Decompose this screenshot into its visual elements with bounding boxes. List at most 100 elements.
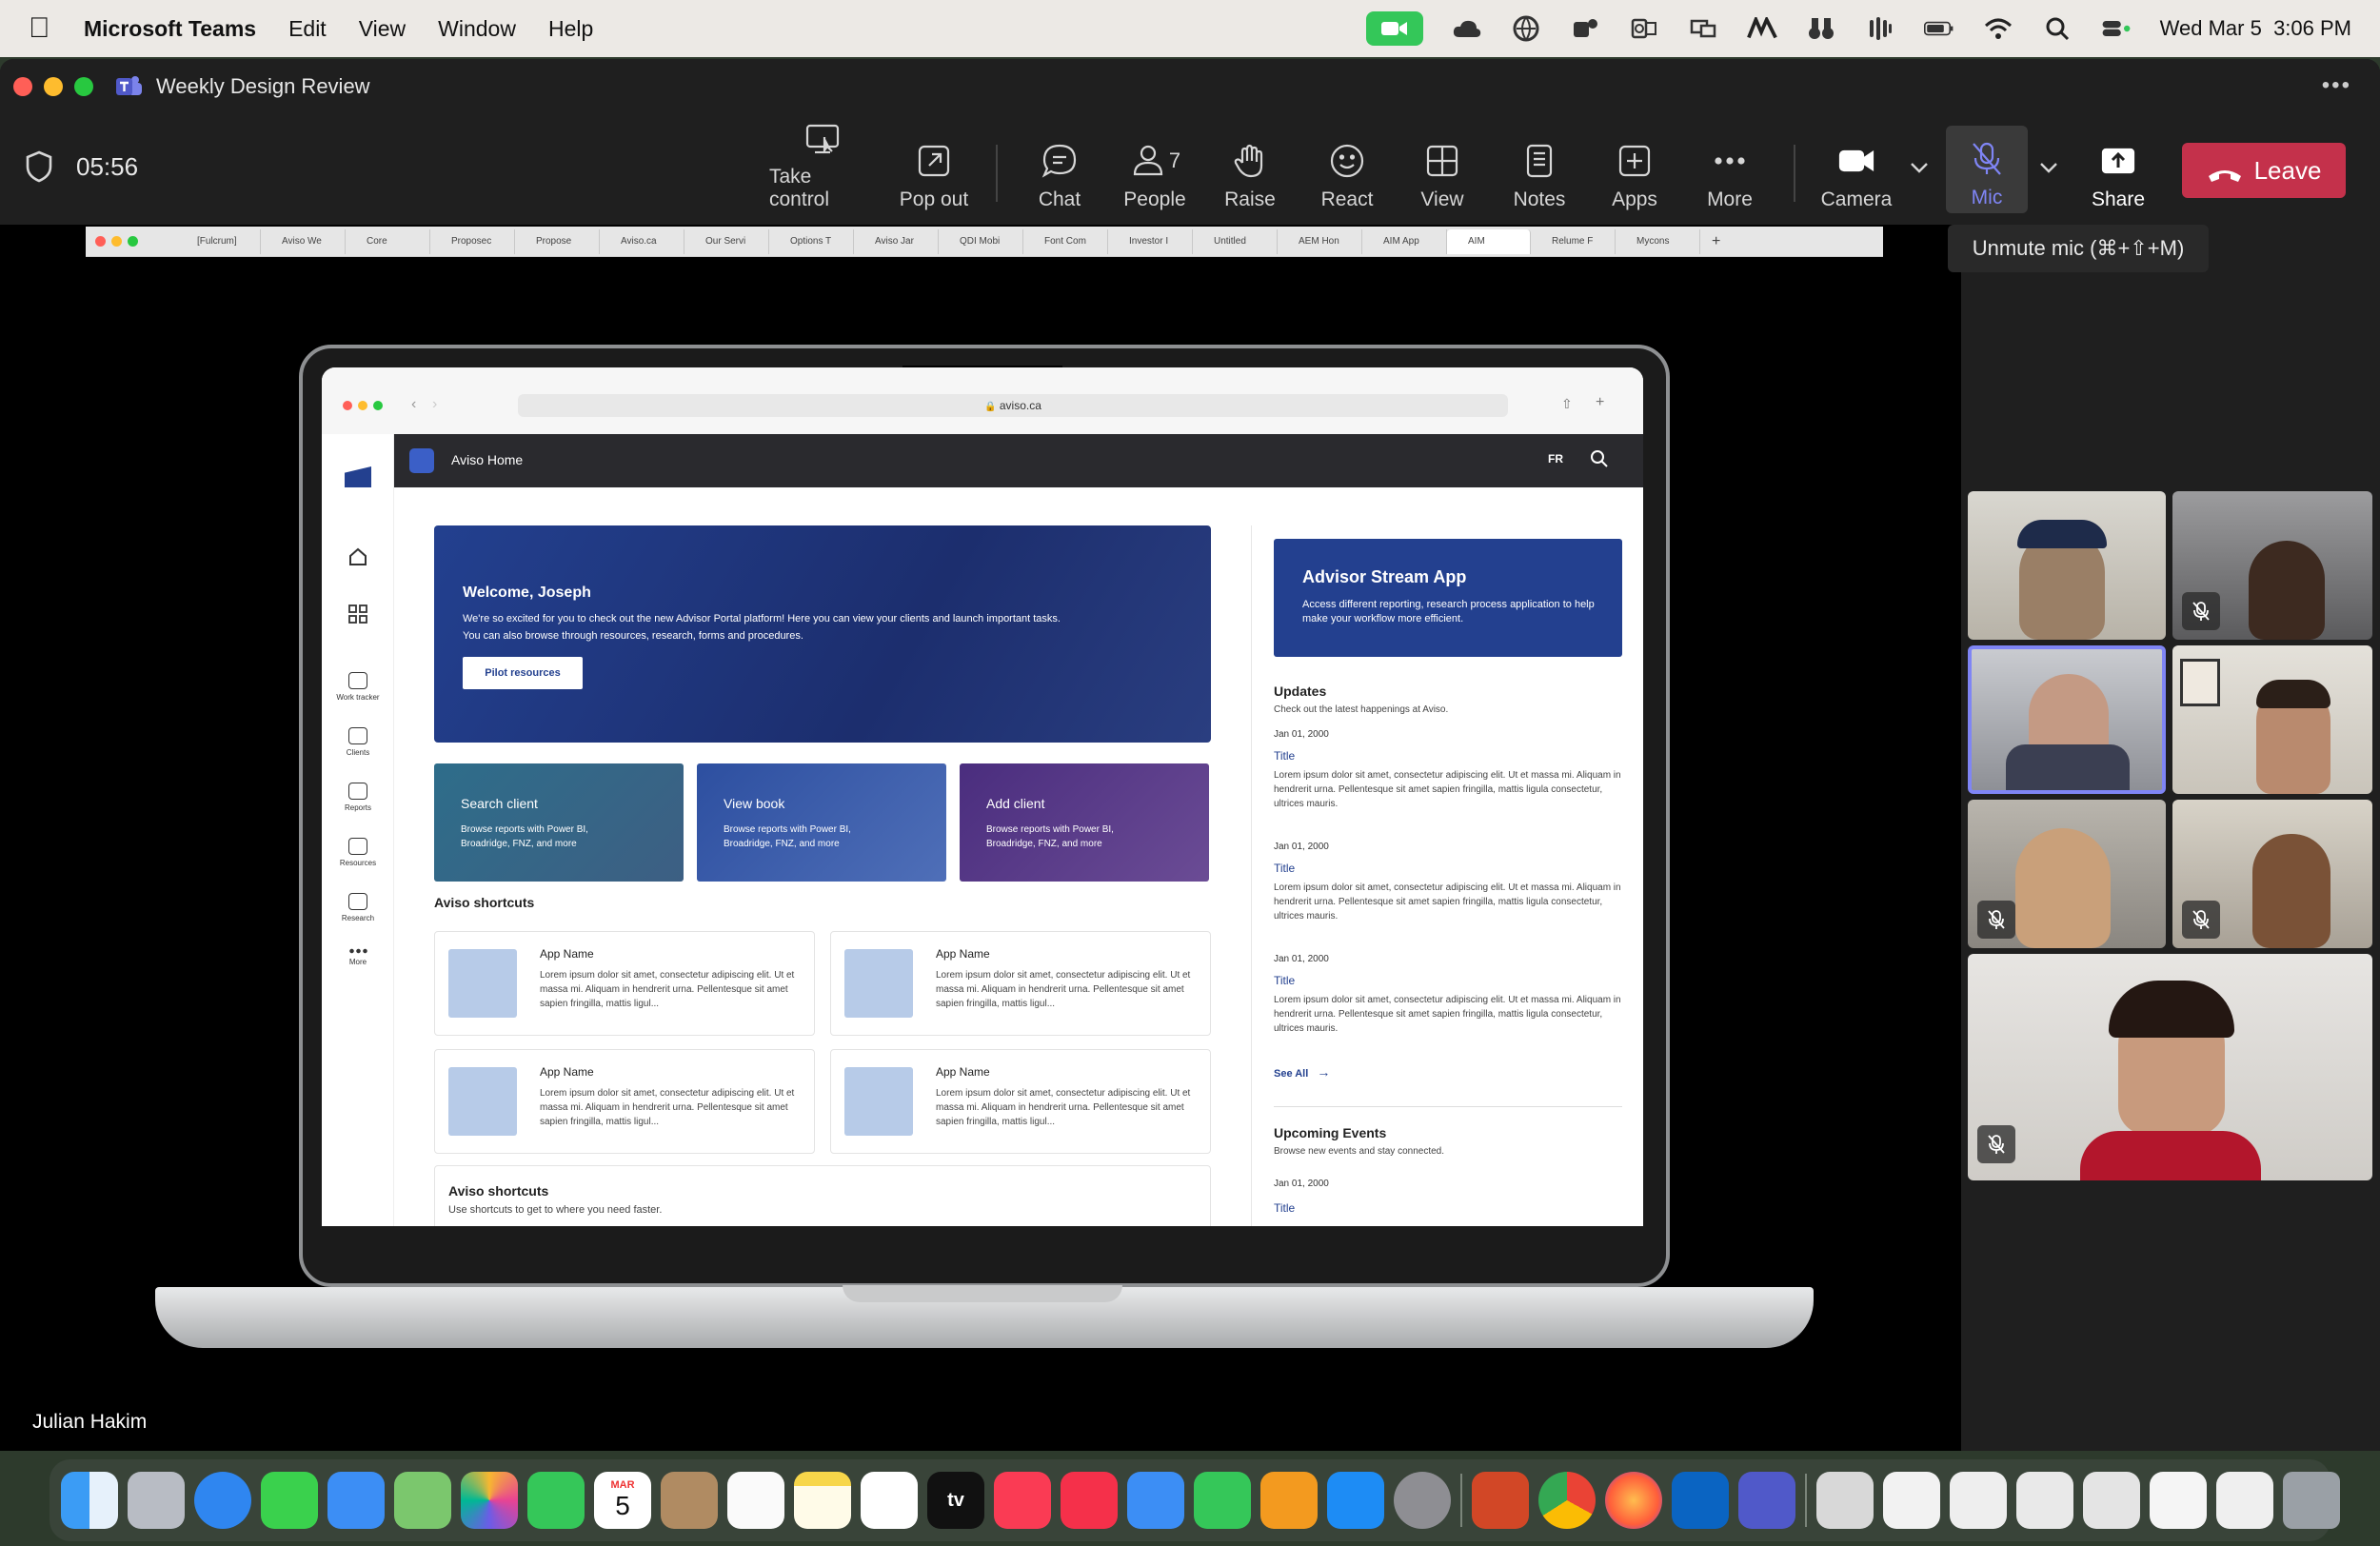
browser-tab[interactable]: AEM Hon xyxy=(1278,228,1362,254)
take-control-button[interactable]: Take control xyxy=(769,124,876,211)
menu-edit[interactable]: Edit xyxy=(288,16,327,42)
window-more-icon[interactable]: ••• xyxy=(2322,72,2351,99)
apple-tv-icon[interactable]: tv xyxy=(927,1472,984,1529)
photos-icon[interactable] xyxy=(461,1472,518,1529)
chat-button[interactable]: Chat xyxy=(1007,129,1112,211)
screen-recording-icon[interactable] xyxy=(1365,11,1423,46)
action-card[interactable]: Search client Browse reports with Power B… xyxy=(434,763,684,882)
numbers-icon[interactable] xyxy=(1194,1472,1251,1529)
app-shortcut-card[interactable]: App Name Lorem ipsum dolor sit amet, cons… xyxy=(434,1049,815,1154)
browser-tab[interactable]: Font Com xyxy=(1023,228,1108,254)
camera-options-chevron-icon[interactable] xyxy=(1908,158,1931,177)
browser-tab[interactable]: Investor I xyxy=(1108,228,1193,254)
event-title[interactable]: Title xyxy=(1274,1201,1295,1215)
recent-window-thumbnail[interactable] xyxy=(1950,1472,2007,1529)
site-nav-item[interactable]: Reports xyxy=(322,783,394,812)
control-center-icon[interactable] xyxy=(2101,15,2132,42)
aviso-home-logo-icon[interactable] xyxy=(409,448,434,473)
shield-icon[interactable] xyxy=(25,150,53,183)
update-title[interactable]: Title xyxy=(1274,862,1622,875)
aviso-logo-icon[interactable] xyxy=(345,466,371,487)
screens-icon[interactable] xyxy=(1688,15,1718,42)
news-icon[interactable] xyxy=(1061,1472,1118,1529)
site-nav-item[interactable]: Resources xyxy=(322,838,394,867)
update-title[interactable]: Title xyxy=(1274,749,1622,763)
participant-tile[interactable] xyxy=(1968,800,2166,948)
pop-out-button[interactable]: Pop out xyxy=(882,129,986,211)
home-icon[interactable] xyxy=(347,546,368,567)
advisor-stream-card[interactable]: Advisor Stream App Access different repo… xyxy=(1274,539,1622,657)
react-button[interactable]: React xyxy=(1295,129,1399,211)
system-settings-icon[interactable] xyxy=(1394,1472,1451,1529)
battery-icon[interactable] xyxy=(1923,15,1954,42)
music-icon[interactable] xyxy=(994,1472,1051,1529)
raise-hand-button[interactable]: Raise xyxy=(1198,129,1302,211)
dashboard-icon[interactable] xyxy=(347,604,368,624)
app-shortcut-card[interactable]: App Name Lorem ipsum dolor sit amet, cons… xyxy=(434,931,815,1036)
leave-button[interactable]: Leave xyxy=(2182,143,2346,198)
mic-button[interactable]: Mic xyxy=(1946,126,2028,213)
site-nav-item[interactable]: Research xyxy=(322,893,394,922)
minimize-window-button[interactable] xyxy=(44,77,63,96)
app-shortcut-card[interactable]: App Name Lorem ipsum dolor sit amet, cons… xyxy=(830,1049,1211,1154)
outlook-icon[interactable] xyxy=(1629,15,1659,42)
browser-tab[interactable]: AIM xyxy=(1447,228,1531,254)
menu-view[interactable]: View xyxy=(359,16,406,42)
trash-icon[interactable] xyxy=(2283,1472,2340,1529)
notes-button[interactable]: Notes xyxy=(1487,129,1592,211)
action-card[interactable]: Add client Browse reports with Power BI, … xyxy=(960,763,1209,882)
action-card[interactable]: View book Browse reports with Power BI, B… xyxy=(697,763,946,882)
people-button[interactable]: 7 People xyxy=(1102,129,1207,211)
browser-tab[interactable]: Options T xyxy=(769,228,854,254)
share-button[interactable]: Share xyxy=(2066,129,2171,211)
browser-tab[interactable]: AIM App xyxy=(1362,228,1447,254)
close-window-button[interactable] xyxy=(13,77,32,96)
browser-tab[interactable]: Aviso.ca xyxy=(600,228,684,254)
firefox-icon[interactable] xyxy=(1605,1472,1662,1529)
pages-icon[interactable] xyxy=(1260,1472,1318,1529)
zoom-window-button[interactable] xyxy=(74,77,93,96)
self-view-tile[interactable] xyxy=(1968,954,2372,1180)
participant-tile[interactable] xyxy=(2172,800,2372,948)
cloud-icon[interactable] xyxy=(1452,15,1482,42)
site-header-title[interactable]: Aviso Home xyxy=(451,452,523,467)
reminders-icon[interactable] xyxy=(727,1472,784,1529)
browser-tab[interactable]: Relume F xyxy=(1531,228,1616,254)
recent-window-thumbnail[interactable] xyxy=(2150,1472,2207,1529)
facetime-icon[interactable] xyxy=(527,1472,585,1529)
share-page-icon[interactable]: ⇧ xyxy=(1561,396,1573,412)
chrome-icon[interactable] xyxy=(1538,1472,1596,1529)
keynote-icon[interactable] xyxy=(1127,1472,1184,1529)
menu-app-name[interactable]: Microsoft Teams xyxy=(84,16,256,42)
participant-tile[interactable] xyxy=(1968,491,2166,640)
powerpoint-icon[interactable] xyxy=(1472,1472,1529,1529)
see-all-link[interactable]: See All → xyxy=(1274,1064,1330,1080)
more-button[interactable]: More xyxy=(1677,129,1782,211)
update-title[interactable]: Title xyxy=(1274,974,1622,987)
teams-app-icon[interactable] xyxy=(1738,1472,1795,1529)
messages-icon[interactable] xyxy=(261,1472,318,1529)
new-tab-icon[interactable]: + xyxy=(1712,233,1720,250)
mail-icon[interactable] xyxy=(327,1472,385,1529)
teams-status-icon[interactable] xyxy=(1570,15,1600,42)
binoculars-icon[interactable] xyxy=(1806,15,1836,42)
browser-tab[interactable]: Mycons xyxy=(1616,228,1700,254)
safari-icon[interactable] xyxy=(194,1472,251,1529)
downloads-stack-icon[interactable] xyxy=(1816,1472,1874,1529)
participant-tile-active-speaker[interactable] xyxy=(1968,645,2166,794)
m-logo-icon[interactable] xyxy=(1746,15,1777,42)
menu-window[interactable]: Window xyxy=(438,16,516,42)
calendar-icon[interactable]: MAR 5 xyxy=(594,1472,651,1529)
browser-tab[interactable]: Untitled xyxy=(1193,228,1278,254)
globe-icon[interactable] xyxy=(1511,15,1541,42)
browser-tab[interactable]: Aviso We xyxy=(261,228,346,254)
participant-tile[interactable] xyxy=(2172,491,2372,640)
site-nav-item[interactable]: Clients xyxy=(322,727,394,757)
browser-tab[interactable]: Our Servi xyxy=(684,228,769,254)
site-nav-item[interactable]: More xyxy=(322,948,394,966)
finder-icon[interactable] xyxy=(61,1472,118,1529)
safari-address-bar[interactable]: 🔒 aviso.ca xyxy=(518,394,1508,417)
outlook-app-icon[interactable] xyxy=(1672,1472,1729,1529)
apps-button[interactable]: Apps xyxy=(1582,129,1687,211)
recent-window-thumbnail[interactable] xyxy=(2216,1472,2273,1529)
